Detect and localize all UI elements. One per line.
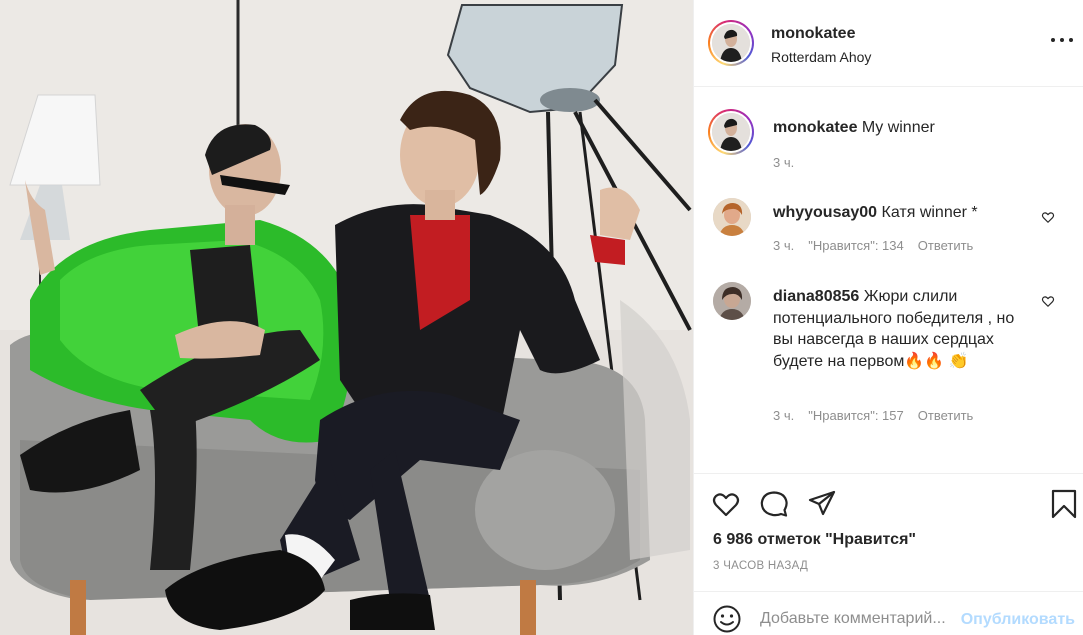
post-photo[interactable] [0, 0, 694, 635]
caption-avatar-image [712, 113, 750, 151]
post-side-panel: monokatee Rotterdam Ahoy monokatee My wi… [694, 0, 1083, 635]
post-header: monokatee Rotterdam Ahoy [694, 0, 1083, 87]
heart-icon[interactable] [1041, 294, 1055, 308]
comments-list[interactable]: monokatee My winner 3 ч. whyyousay00 Кат… [694, 88, 1083, 473]
commenter-avatar[interactable] [713, 282, 751, 320]
commenter-avatar-image [713, 198, 751, 236]
comment-bubble-icon[interactable] [759, 489, 789, 519]
comment-meta: 3 ч. "Нравится": 134 Ответить [773, 238, 973, 253]
commenter-avatar[interactable] [713, 198, 751, 236]
comment-likes[interactable]: "Нравится": 134 [808, 238, 904, 253]
comment-input[interactable] [760, 605, 960, 633]
heart-icon[interactable] [1041, 210, 1055, 224]
comment-text: diana80856 Жюри слили потенциального поб… [773, 286, 1033, 372]
caption-body: My winner [861, 119, 935, 136]
comment-text: whyyousay00 Катя winner * [773, 202, 1033, 224]
paper-plane-icon[interactable] [807, 489, 837, 519]
more-horizontal-icon[interactable] [1051, 30, 1073, 50]
comment-meta: 3 ч. "Нравится": 157 Ответить [773, 408, 973, 423]
author-username[interactable]: monokatee [771, 25, 855, 43]
comment-time: 3 ч. [773, 238, 795, 253]
author-avatar-image [712, 24, 750, 62]
comment-username[interactable]: diana80856 [773, 288, 859, 305]
post-location[interactable]: Rotterdam Ahoy [771, 49, 871, 65]
comment-time: 3 ч. [773, 408, 795, 423]
comment-reply-button[interactable]: Ответить [918, 408, 974, 423]
post-time-ago[interactable]: 3 ЧАСОВ НАЗАД [713, 560, 808, 572]
smile-icon[interactable] [712, 604, 742, 634]
comment-reply-button[interactable]: Ответить [918, 238, 974, 253]
likes-count[interactable]: 6 986 отметок "Нравится" [713, 531, 916, 549]
heart-icon[interactable] [711, 489, 741, 519]
add-comment-bar: Опубликовать [694, 591, 1083, 635]
commenter-avatar-image [713, 282, 751, 320]
post-actions: 6 986 отметок "Нравится" 3 ЧАСОВ НАЗАД [694, 473, 1083, 591]
publish-button[interactable]: Опубликовать [961, 611, 1075, 629]
caption-text: monokatee My winner [773, 118, 1063, 138]
caption-avatar[interactable] [708, 109, 754, 155]
comment-body: Катя winner * [881, 204, 978, 221]
comment-likes[interactable]: "Нравится": 157 [808, 408, 904, 423]
post-photo-illustration [0, 0, 693, 635]
bookmark-icon[interactable] [1049, 489, 1079, 519]
author-avatar[interactable] [708, 20, 754, 66]
caption-time: 3 ч. [773, 155, 795, 170]
comment-username[interactable]: whyyousay00 [773, 204, 877, 221]
caption-username[interactable]: monokatee [773, 119, 857, 136]
